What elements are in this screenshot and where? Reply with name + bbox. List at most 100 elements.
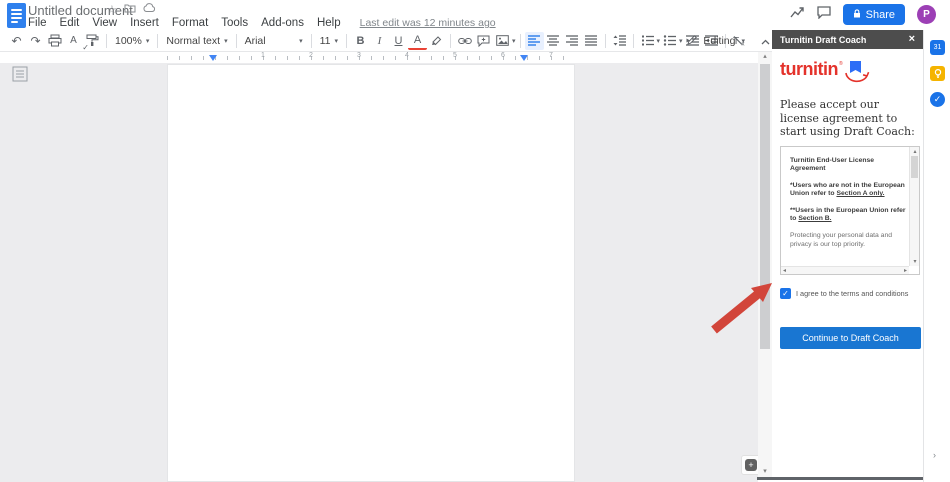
scroll-up-icon[interactable]: ▴ xyxy=(910,148,920,155)
registered-mark: ® xyxy=(839,61,843,67)
turnitin-wordmark: turnitin xyxy=(780,59,838,80)
scroll-down-icon[interactable]: ▾ xyxy=(910,258,920,265)
menu-addons[interactable]: Add-ons xyxy=(261,17,304,29)
scrollbar-thumb[interactable] xyxy=(911,156,918,178)
tasks-icon[interactable]: ✓ xyxy=(930,92,945,107)
zoom-select[interactable]: 100%▾ xyxy=(111,32,153,50)
keep-icon[interactable] xyxy=(930,66,945,81)
turnitin-flag-icon xyxy=(844,59,870,88)
menu-format[interactable]: Format xyxy=(172,17,208,29)
align-right-button[interactable] xyxy=(563,32,582,50)
menu-insert[interactable]: Insert xyxy=(130,17,159,29)
align-left-button[interactable] xyxy=(525,32,544,50)
align-justify-button[interactable] xyxy=(582,32,601,50)
scroll-up-icon[interactable]: ▴ xyxy=(758,52,772,60)
license-title: Turnitin End-User License Agreement xyxy=(790,157,874,173)
document-outline-icon[interactable] xyxy=(12,66,30,84)
document-canvas: + xyxy=(0,63,758,482)
scroll-right-icon[interactable]: ▸ xyxy=(904,267,907,274)
share-label: Share xyxy=(866,9,895,21)
chevron-right-icon[interactable]: › xyxy=(933,450,936,460)
move-folder-icon[interactable] xyxy=(124,3,136,16)
insert-link-icon[interactable] xyxy=(455,32,474,50)
collapse-menus-icon[interactable] xyxy=(761,32,770,50)
document-scrollbar[interactable]: ▴ ▾ xyxy=(758,52,772,477)
license-horizontal-scrollbar[interactable]: ◂ ▸ xyxy=(781,266,909,274)
license-vertical-scrollbar[interactable]: ▴ ▾ xyxy=(909,147,919,266)
turnitin-logo: turnitin ® xyxy=(780,59,917,88)
undo-icon[interactable]: ↶ xyxy=(7,32,26,50)
insights-icon[interactable] xyxy=(790,6,805,24)
line-spacing-icon[interactable] xyxy=(610,32,629,50)
numbered-list-icon[interactable] xyxy=(638,32,657,50)
scrollbar-thumb[interactable] xyxy=(760,64,770,349)
license-agreement-box[interactable]: Turnitin End-User License Agreement *Use… xyxy=(780,146,920,275)
italic-button[interactable]: I xyxy=(370,32,389,50)
license-paragraph: **Users in the European Union refer to S… xyxy=(790,207,907,224)
plus-icon: + xyxy=(745,459,757,471)
cloud-status-icon[interactable] xyxy=(143,3,156,16)
align-center-button[interactable] xyxy=(544,32,563,50)
scroll-left-icon[interactable]: ◂ xyxy=(783,267,786,274)
last-edit-link[interactable]: Last edit was 12 minutes ago xyxy=(360,17,496,29)
chevron-down-icon: ▾ xyxy=(299,37,303,45)
turnitin-draft-coach-panel: Turnitin Draft Coach × turnitin ® Please… xyxy=(772,30,923,477)
comment-history-icon[interactable] xyxy=(817,6,831,24)
styles-select[interactable]: Normal text▾ xyxy=(162,32,231,50)
highlight-color-icon[interactable] xyxy=(427,32,446,50)
menu-edit[interactable]: Edit xyxy=(60,17,80,29)
star-icon[interactable]: ☆ xyxy=(107,3,117,16)
chevron-down-icon[interactable]: ▾ xyxy=(512,37,516,45)
ruler-number: 7 xyxy=(549,52,553,59)
chevron-down-icon: ▾ xyxy=(334,37,338,45)
left-indent-marker[interactable] xyxy=(209,55,217,61)
font-select[interactable]: Arial▾ xyxy=(241,32,307,50)
panel-title: Turnitin Draft Coach xyxy=(780,35,866,45)
menu-file[interactable]: File xyxy=(28,17,47,29)
continue-button[interactable]: Continue to Draft Coach xyxy=(780,327,921,349)
menu-view[interactable]: View xyxy=(92,17,117,29)
add-comment-icon[interactable] xyxy=(474,32,493,50)
editing-mode-label: Editing xyxy=(703,35,735,47)
chevron-down-icon: ▾ xyxy=(224,37,228,45)
toolbar: ↶ ↷ A✓ 100%▾ Normal text▾ Arial▾ 11▾ B I… xyxy=(0,30,772,52)
insert-image-icon[interactable] xyxy=(493,32,512,50)
bulleted-list-icon[interactable] xyxy=(660,32,679,50)
share-button[interactable]: Share xyxy=(843,4,905,25)
chevron-down-icon: ▾ xyxy=(741,37,745,45)
redo-icon[interactable]: ↷ xyxy=(26,32,45,50)
close-icon[interactable]: × xyxy=(909,34,915,45)
ruler-number: 2 xyxy=(309,52,313,59)
ruler-number: 1 xyxy=(261,52,265,59)
font-size-select[interactable]: 11▾ xyxy=(316,32,342,50)
bold-button[interactable]: B xyxy=(351,32,370,50)
text-color-button[interactable]: A xyxy=(408,32,427,50)
document-page[interactable] xyxy=(167,64,575,482)
license-prompt-heading: Please accept our license agreement to s… xyxy=(780,98,918,139)
print-icon[interactable] xyxy=(45,32,64,50)
menu-tools[interactable]: Tools xyxy=(221,17,248,29)
google-docs-logo-icon[interactable] xyxy=(7,3,26,28)
google-docs-window: Untitled document ☆ File Edit View Inser… xyxy=(0,0,950,482)
agree-checkbox[interactable]: ✓ xyxy=(780,288,791,299)
calendar-icon[interactable]: 31 xyxy=(930,40,945,55)
horizontal-ruler: 1 2 3 4 5 6 7 xyxy=(0,52,758,63)
ruler-number: 5 xyxy=(453,52,457,59)
ruler-number: 3 xyxy=(357,52,361,59)
menu-bar: File Edit View Insert Format Tools Add-o… xyxy=(28,17,496,29)
right-indent-marker[interactable] xyxy=(520,55,528,61)
ruler-number: 4 xyxy=(405,52,409,59)
license-paragraph: *Users who are not in the European Union… xyxy=(790,182,907,199)
editing-mode-select[interactable]: Editing ▾ xyxy=(679,33,753,50)
panel-header: Turnitin Draft Coach × xyxy=(772,30,923,49)
agree-checkbox-row[interactable]: ✓ I agree to the terms and conditions xyxy=(780,288,917,299)
side-panel-strip: 31 ✓ › xyxy=(923,30,950,482)
menu-help[interactable]: Help xyxy=(317,17,341,29)
scroll-down-icon[interactable]: ▾ xyxy=(758,467,772,475)
license-paragraph: Protecting your personal data and privac… xyxy=(790,232,907,249)
horizontal-scrollbar-thumb[interactable] xyxy=(757,477,923,480)
agree-label: I agree to the terms and conditions xyxy=(796,289,908,298)
spellcheck-icon[interactable]: A✓ xyxy=(64,32,83,50)
account-avatar[interactable]: P xyxy=(917,5,936,24)
underline-button[interactable]: U xyxy=(389,32,408,50)
